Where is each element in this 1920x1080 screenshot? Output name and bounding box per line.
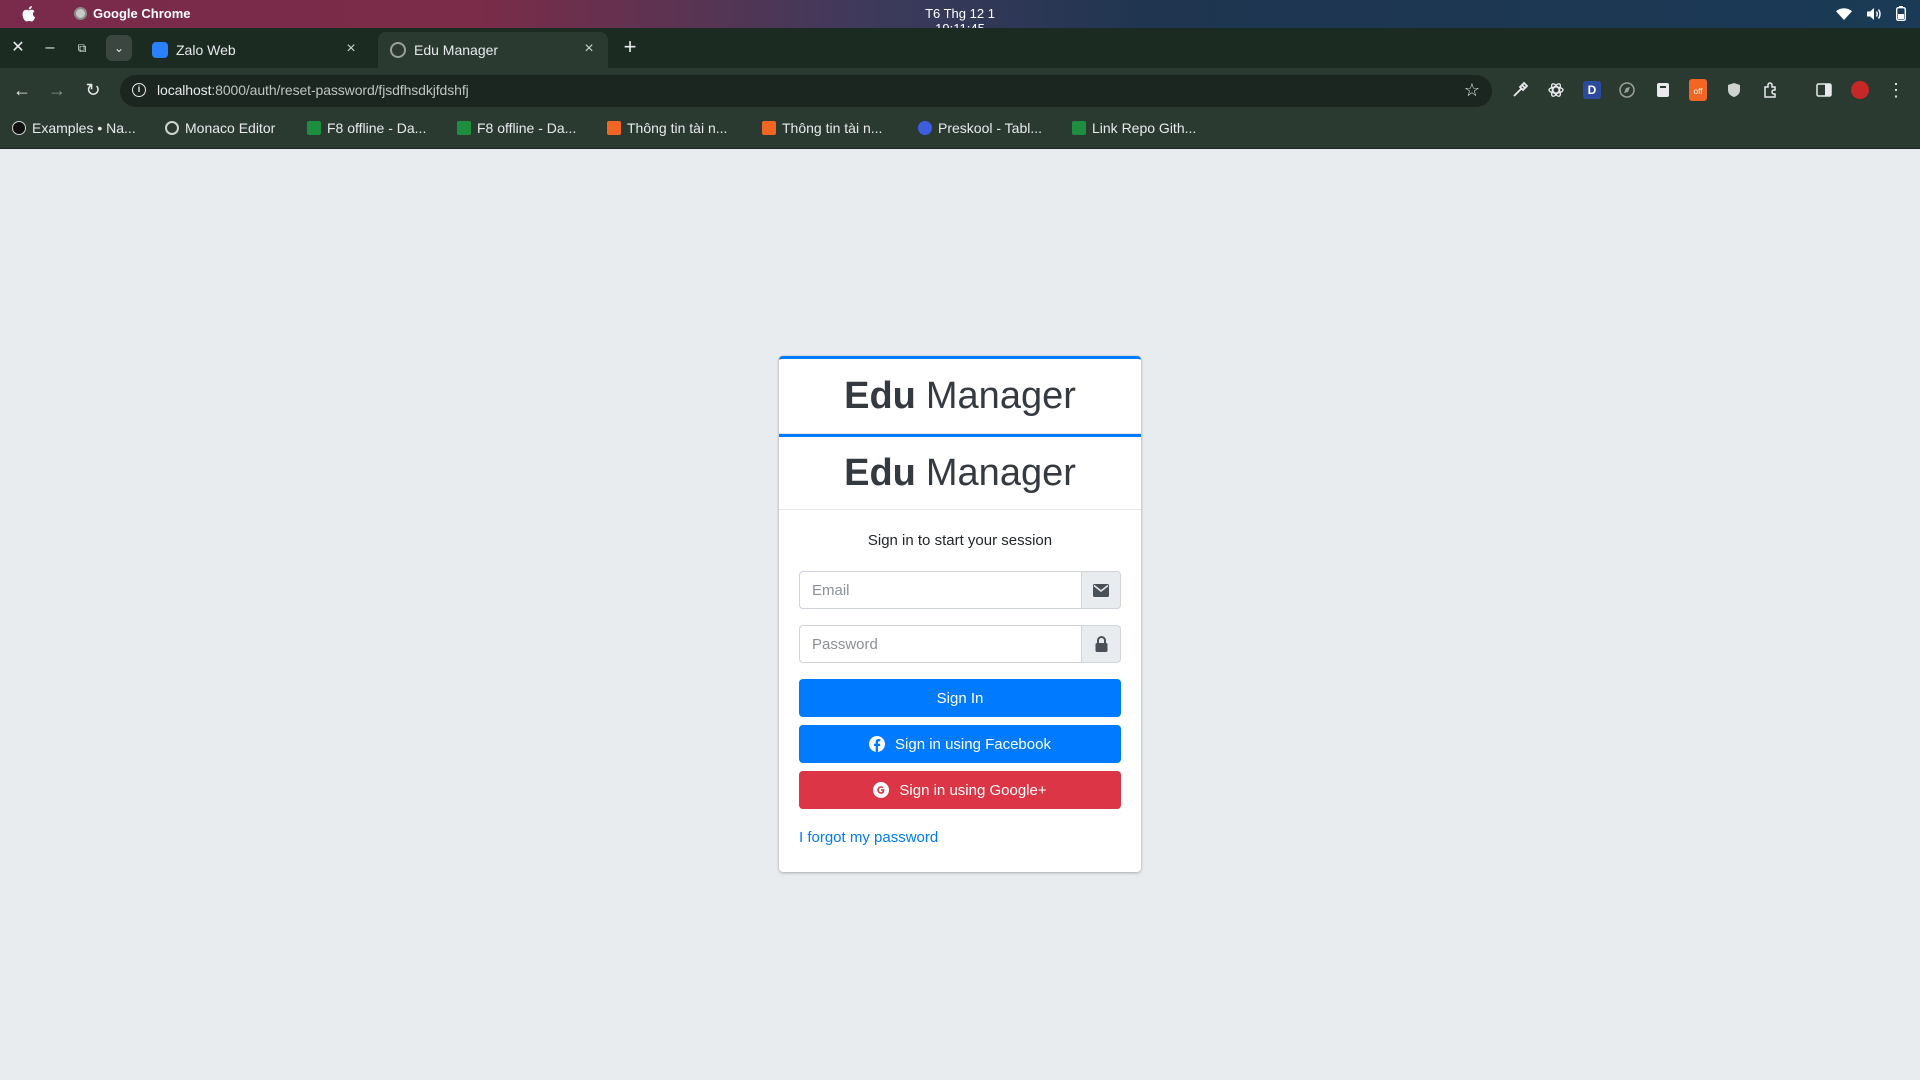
- login-message: Sign in to start your session: [867, 532, 1053, 549]
- address-bar[interactable]: i localhost:8000/auth/reset-password/fjs…: [120, 75, 1492, 107]
- password-addon: [1081, 625, 1121, 663]
- tab-search-button[interactable]: ⌄: [106, 35, 132, 61]
- password-input-group: [799, 625, 1121, 663]
- facebook-sign-in-button[interactable]: Sign in using Facebook: [799, 725, 1121, 763]
- password-field[interactable]: [799, 625, 1081, 663]
- bookmark-item[interactable]: F8 offline - Da...: [307, 120, 426, 136]
- sheets-icon: [1072, 121, 1086, 135]
- shield-extension-icon[interactable]: [1725, 81, 1743, 99]
- url-path: :8000/auth/reset-password/fjsdfhsdkjfdsh…: [211, 82, 469, 98]
- facebook-icon: [869, 736, 886, 752]
- envelope-icon: [1093, 583, 1109, 597]
- bookmark-item[interactable]: Examples • Na...: [12, 120, 136, 136]
- email-field[interactable]: [799, 571, 1081, 609]
- more-menu-icon[interactable]: ⋮: [1887, 81, 1905, 99]
- site-info-icon[interactable]: i: [132, 83, 146, 97]
- bookmark-label: Thông tin tài n...: [782, 120, 883, 136]
- page-content: Edu Manager Edu Manager Sign in to start y…: [0, 149, 1920, 1080]
- d-extension-icon[interactable]: D: [1583, 81, 1601, 99]
- zalo-icon: [152, 42, 168, 58]
- active-app-name: Google Chrome: [93, 6, 191, 21]
- chevron-down-icon: ⌄: [113, 41, 125, 55]
- side-panel-icon[interactable]: [1815, 81, 1833, 99]
- bookmark-item[interactable]: Monaco Editor: [165, 120, 275, 136]
- system-tray[interactable]: [1836, 6, 1906, 21]
- profile-avatar-icon[interactable]: [1851, 81, 1869, 99]
- back-icon[interactable]: ←: [12, 80, 32, 100]
- sheets-icon: [457, 121, 471, 135]
- sheets-icon: [307, 121, 321, 135]
- google-button-label: Sign in using Google+: [899, 781, 1047, 799]
- bookmark-item[interactable]: F8 offline - Da...: [457, 120, 576, 136]
- bookmark-item[interactable]: Link Repo Gith...: [1072, 120, 1196, 136]
- apple-icon[interactable]: [20, 5, 36, 22]
- off-extension-icon[interactable]: off: [1689, 79, 1707, 101]
- url-text[interactable]: localhost:8000/auth/reset-password/fjsdf…: [157, 82, 469, 98]
- reload-icon[interactable]: ↻: [83, 80, 103, 100]
- close-tab-icon[interactable]: ×: [580, 40, 598, 58]
- restore-window-icon[interactable]: ⧉: [72, 38, 92, 58]
- login-logo[interactable]: Edu Manager: [779, 359, 1141, 434]
- facebook-button-label: Sign in using Facebook: [895, 735, 1051, 753]
- brand-rest: Manager: [925, 374, 1076, 417]
- note-extension-icon[interactable]: [1654, 81, 1672, 99]
- login-logo[interactable]: Edu Manager: [779, 434, 1141, 510]
- email-input-group: [799, 571, 1121, 609]
- forward-icon[interactable]: →: [47, 80, 67, 100]
- bookmark-label: Examples • Na...: [32, 120, 136, 136]
- login-card: Edu Manager Edu Manager Sign in to start y…: [779, 356, 1141, 872]
- brand-rest: Manager: [925, 451, 1076, 494]
- os-top-bar: Google Chrome T6 Thg 12 1 19:11:45: [0, 0, 1920, 36]
- brand-bold: Edu: [844, 374, 916, 417]
- f8-icon: [607, 121, 621, 135]
- tab-zalo-web[interactable]: Zalo Web ×: [140, 32, 370, 68]
- chrome-icon: [74, 7, 87, 20]
- globe-icon: [165, 121, 179, 135]
- sign-in-button[interactable]: Sign In: [799, 679, 1121, 717]
- google-sign-in-button[interactable]: Sign in using Google+: [799, 771, 1121, 809]
- globe-icon: [390, 42, 406, 58]
- login-card-body: Sign in to start your session Sign In Si…: [779, 510, 1141, 872]
- volume-icon[interactable]: [1866, 7, 1882, 21]
- active-app[interactable]: Google Chrome: [74, 6, 191, 21]
- bookmark-label: Preskool - Tabl...: [938, 120, 1043, 136]
- minimize-window-icon[interactable]: –: [40, 38, 60, 58]
- extensions-puzzle-icon[interactable]: [1761, 81, 1779, 99]
- eyedropper-extension-icon[interactable]: [1511, 81, 1529, 99]
- tab-edu-manager[interactable]: Edu Manager ×: [378, 32, 608, 68]
- google-plus-icon: [873, 782, 890, 798]
- lock-icon: [1095, 636, 1107, 652]
- battery-icon[interactable]: [1896, 6, 1906, 21]
- compass-extension-icon[interactable]: [1618, 81, 1636, 99]
- preskool-icon: [918, 121, 932, 135]
- bookmark-label: F8 offline - Da...: [477, 120, 577, 136]
- github-icon: [12, 121, 26, 135]
- new-tab-button[interactable]: +: [618, 36, 642, 60]
- forgot-password-link[interactable]: I forgot my password: [799, 829, 1121, 846]
- bookmark-item[interactable]: Preskool - Tabl...: [918, 120, 1042, 136]
- bookmark-label: Thông tin tài n...: [627, 120, 728, 136]
- brand-bold: Edu: [844, 451, 916, 494]
- bookmark-star-icon[interactable]: ☆: [1464, 80, 1480, 101]
- bookmark-label: Monaco Editor: [185, 120, 276, 136]
- wifi-icon[interactable]: [1836, 7, 1852, 21]
- bookmark-item[interactable]: Thông tin tài n...: [607, 120, 727, 136]
- close-window-icon[interactable]: ✕: [8, 38, 28, 58]
- react-devtools-icon[interactable]: [1547, 81, 1565, 99]
- url-host: localhost: [157, 82, 212, 98]
- bookmark-item[interactable]: Thông tin tài n...: [762, 120, 882, 136]
- close-tab-icon[interactable]: ×: [342, 40, 360, 58]
- browser-toolbar: ← → ↻ i localhost:8000/auth/reset-passwo…: [0, 68, 1920, 112]
- tab-strip: ✕ – ⧉ ⌄ Zalo Web × Edu Manager × +: [0, 28, 1920, 68]
- bookmarks-bar: Examples • Na... Monaco Editor F8 offlin…: [0, 112, 1920, 149]
- bookmark-label: Link Repo Gith...: [1092, 120, 1197, 136]
- email-addon: [1081, 571, 1121, 609]
- bookmark-label: F8 offline - Da...: [327, 120, 427, 136]
- tab-title: Zalo Web: [176, 42, 236, 58]
- tab-title: Edu Manager: [414, 42, 499, 58]
- f8-icon: [762, 121, 776, 135]
